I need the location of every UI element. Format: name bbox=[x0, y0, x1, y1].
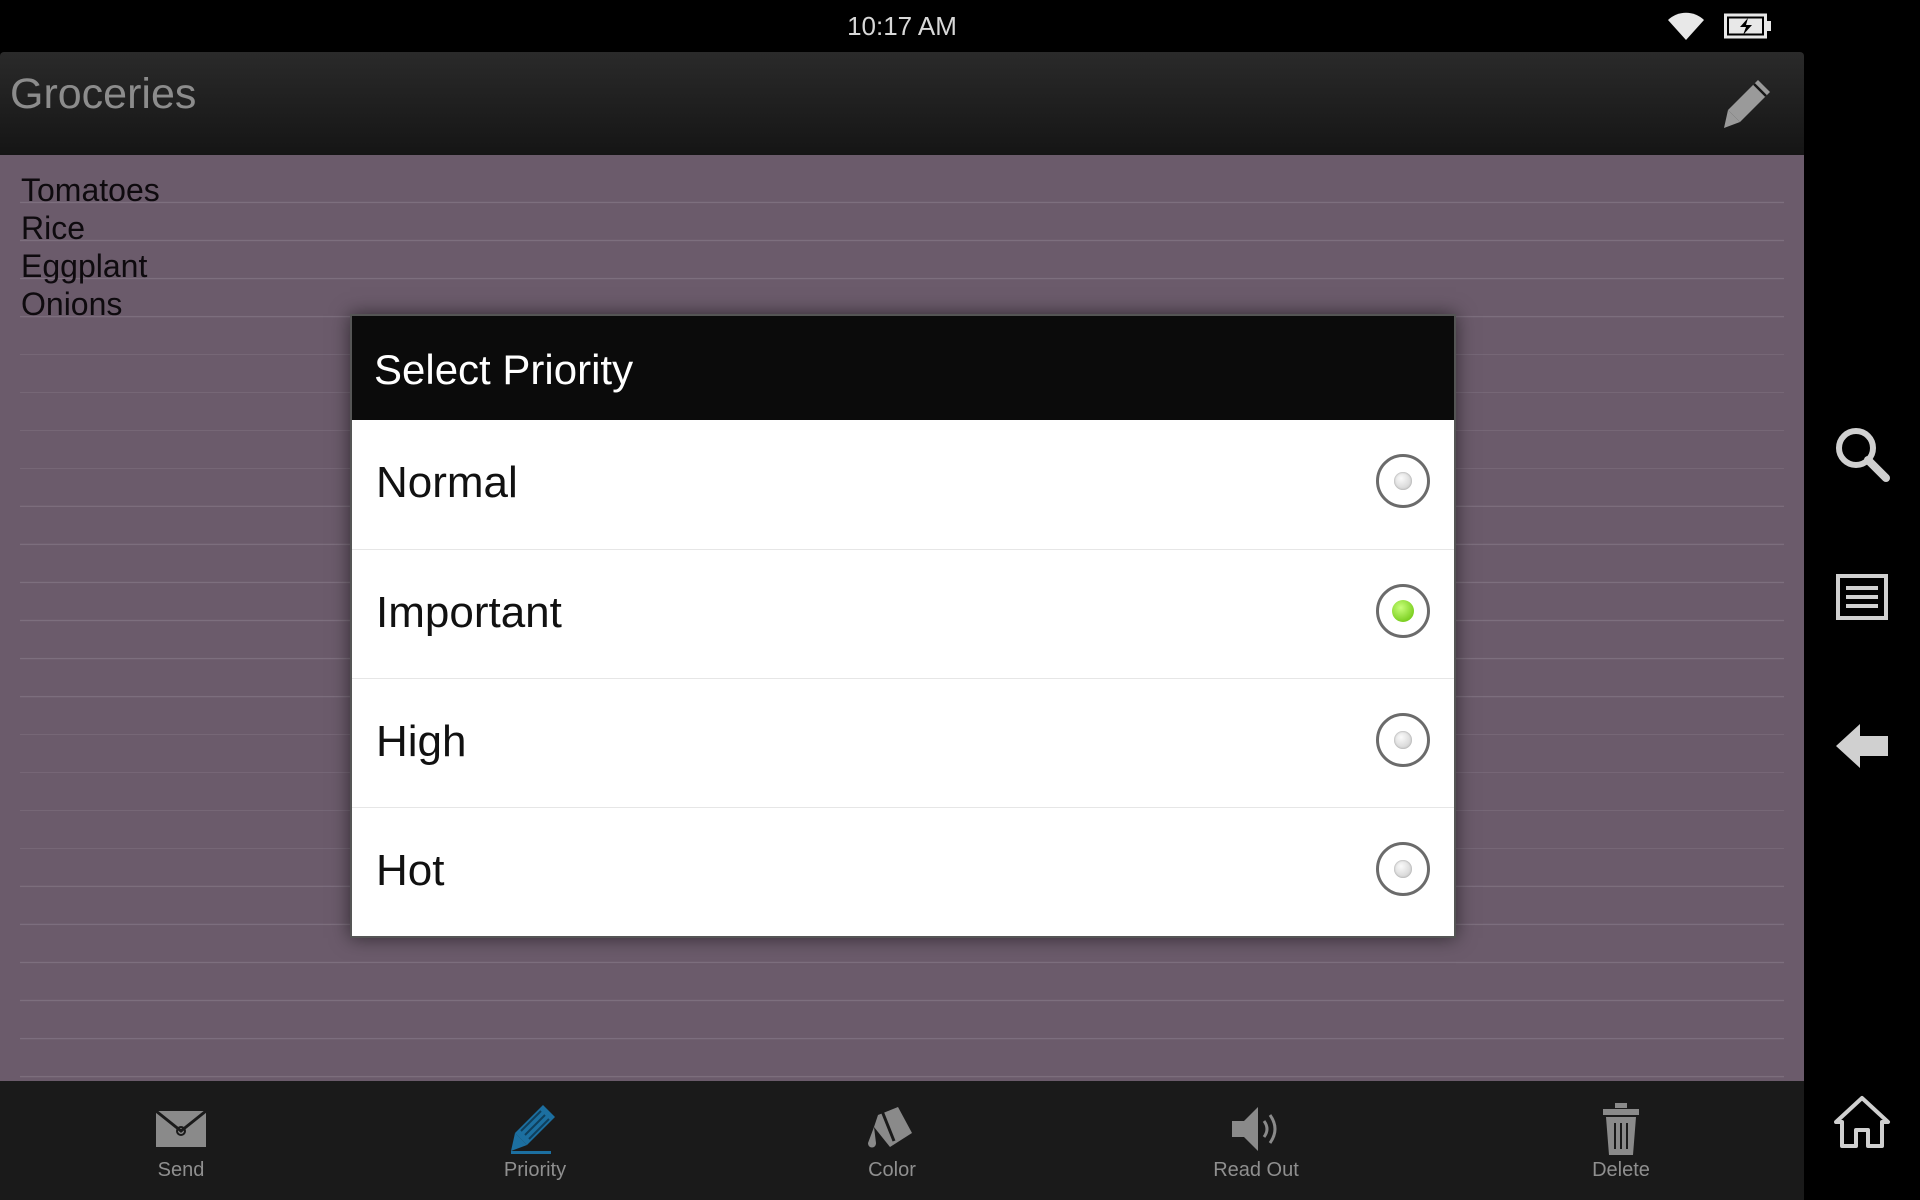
option-label: High bbox=[376, 717, 467, 766]
paint-bucket-icon bbox=[868, 1107, 912, 1148]
priority-label: Priority bbox=[503, 1159, 567, 1181]
edit-pencil-icon[interactable] bbox=[1718, 74, 1778, 134]
option-label: Normal bbox=[376, 458, 518, 507]
dialog-title: Select Priority bbox=[374, 346, 634, 393]
note-line: Onions bbox=[21, 286, 123, 322]
radio-dot bbox=[1392, 600, 1414, 622]
radio-dot bbox=[1394, 731, 1412, 749]
delete-label: Delete bbox=[1592, 1159, 1650, 1181]
send-label: Send bbox=[157, 1159, 205, 1181]
note-title: Groceries bbox=[10, 70, 197, 118]
menu-icon[interactable] bbox=[1832, 570, 1892, 630]
dialog-header: Select Priority bbox=[352, 316, 1454, 420]
radio-hot[interactable] bbox=[1376, 842, 1430, 896]
send-button[interactable]: Send bbox=[91, 1081, 271, 1200]
radio-important[interactable] bbox=[1376, 584, 1430, 638]
option-label: Hot bbox=[376, 846, 445, 895]
read-out-label: Read Out bbox=[1213, 1159, 1299, 1181]
priority-option-high[interactable]: High bbox=[352, 678, 1454, 807]
home-icon[interactable] bbox=[1832, 1092, 1892, 1152]
radio-dot bbox=[1394, 472, 1412, 490]
color-button[interactable]: Color bbox=[802, 1081, 982, 1200]
priority-option-hot[interactable]: Hot bbox=[352, 807, 1454, 936]
wifi-icon bbox=[1668, 12, 1704, 40]
delete-button[interactable]: Delete bbox=[1531, 1081, 1711, 1200]
status-bar: 10:17 AM bbox=[0, 0, 1920, 52]
trash-icon bbox=[1603, 1103, 1639, 1155]
select-priority-dialog: Select Priority Normal Important High Ho… bbox=[350, 314, 1456, 938]
note-line: Tomatoes bbox=[21, 172, 160, 208]
priority-button[interactable]: Priority bbox=[445, 1081, 625, 1200]
envelope-icon bbox=[155, 1109, 207, 1147]
priority-option-important[interactable]: Important bbox=[352, 549, 1454, 678]
back-arrow-icon[interactable] bbox=[1832, 716, 1892, 776]
bottom-toolbar: Send Priority Color Read Out Delete bbox=[0, 1081, 1804, 1200]
speaker-icon bbox=[1232, 1107, 1277, 1151]
note-line: Eggplant bbox=[21, 248, 148, 284]
system-nav-bar bbox=[1804, 0, 1920, 1200]
note-content[interactable]: Tomatoes Rice Eggplant Onions bbox=[21, 171, 160, 323]
radio-dot bbox=[1394, 860, 1412, 878]
read-out-button[interactable]: Read Out bbox=[1166, 1081, 1346, 1200]
title-bar: Groceries bbox=[0, 52, 1804, 155]
radio-normal[interactable] bbox=[1376, 454, 1430, 508]
battery-icon bbox=[1724, 13, 1771, 39]
search-icon[interactable] bbox=[1832, 424, 1892, 484]
priority-option-normal[interactable]: Normal bbox=[352, 420, 1454, 549]
option-label: Important bbox=[376, 588, 562, 637]
radio-high[interactable] bbox=[1376, 713, 1430, 767]
note-line: Rice bbox=[21, 210, 86, 246]
color-label: Color bbox=[868, 1159, 916, 1181]
status-time: 10:17 AM bbox=[847, 11, 957, 41]
priority-icon bbox=[511, 1105, 555, 1154]
